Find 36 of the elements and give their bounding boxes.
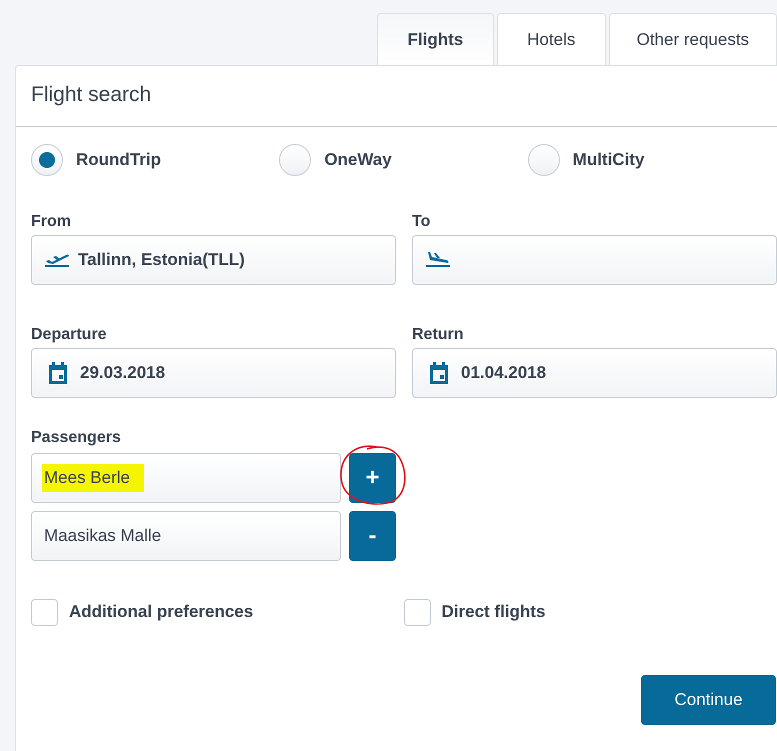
radio-label: MultiCity [572,150,644,170]
field-label: Departure [31,325,108,342]
field-label: Passengers [31,428,122,445]
field-value: 29.03.2018 [80,363,166,383]
radio-button[interactable] [279,144,312,176]
radio-button[interactable] [31,144,63,176]
field-label: From [31,212,72,229]
tab[interactable]: Hotels [496,13,606,65]
passenger-field[interactable]: Mees Berle [31,453,341,503]
passenger-button[interactable]: + [349,453,396,503]
tab[interactable]: Other requests [608,13,777,65]
radio-button[interactable] [528,144,560,176]
passenger-button[interactable]: - [349,511,396,561]
panel-title: Flight search [16,66,777,127]
input-field[interactable]: Tallinn, Estonia(TLL) [31,235,396,285]
field-value: Tallinn, Estonia(TLL) [78,250,245,270]
landing-icon [425,250,451,270]
field-label: Return [412,325,465,342]
checkbox[interactable] [404,598,430,626]
calendar-icon [429,362,449,384]
input-field[interactable]: 29.03.2018 [31,348,396,398]
radio-label: OneWay [324,150,392,170]
continue-button[interactable]: Continue [641,675,776,725]
checkbox[interactable] [31,598,58,626]
checkbox-label: Additional preferences [69,602,254,622]
input-field[interactable]: 01.04.2018 [412,348,777,398]
tab[interactable]: Flights [377,13,494,65]
passenger-name: Maasikas Malle [44,526,162,546]
radio-label: RoundTrip [76,150,161,170]
calendar-icon [48,362,68,384]
field-label: To [412,212,432,229]
checkbox-label: Direct flights [442,602,546,622]
field-value: 01.04.2018 [461,363,546,383]
passenger-name: Mees Berle [42,464,144,492]
input-field[interactable] [412,235,777,285]
passenger-field[interactable]: Maasikas Malle [31,511,341,561]
